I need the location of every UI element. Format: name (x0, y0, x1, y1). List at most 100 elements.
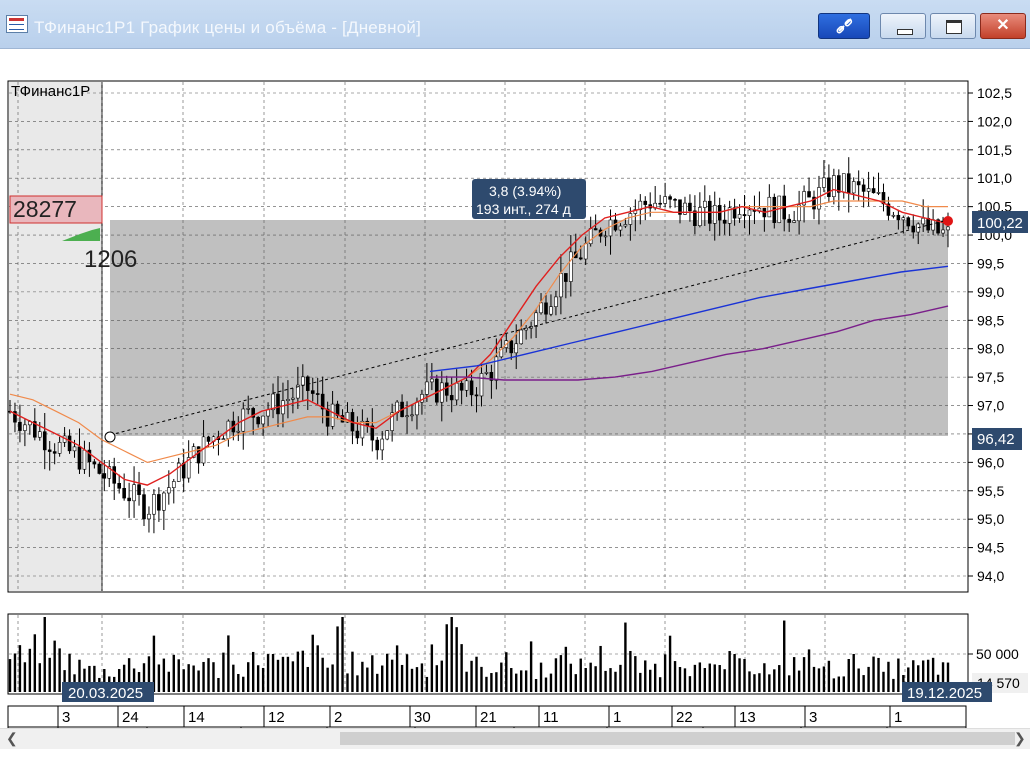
volume-bar (534, 679, 538, 692)
volume-bar (802, 657, 806, 692)
volume-bar (892, 678, 895, 692)
volume-bar (13, 653, 17, 692)
price-axis-label: 102,0 (977, 113, 1012, 129)
volume-bar (346, 673, 349, 692)
scroll-thumb[interactable] (340, 732, 1015, 745)
scroll-right-icon[interactable]: ❯ (1014, 730, 1026, 747)
candle-body (901, 217, 906, 221)
candle-body (171, 481, 176, 488)
volume-bar (624, 622, 627, 692)
candle-body (162, 492, 166, 511)
candle-body (693, 210, 697, 226)
volume-bar (460, 644, 463, 692)
horizontal-scrollbar[interactable]: ❮ ❯ (0, 728, 1030, 749)
volume-bar (668, 635, 672, 692)
volume-bar (758, 673, 761, 692)
volume-bar (549, 673, 553, 692)
candle-body (246, 408, 251, 410)
candle-body (787, 218, 791, 223)
scroll-left-icon[interactable]: ❮ (6, 730, 18, 747)
volume-bar (693, 664, 697, 692)
volume-bar (172, 654, 175, 692)
volume-bar (857, 668, 860, 692)
candle-body (137, 484, 141, 495)
candle-body (444, 382, 449, 396)
link-button[interactable] (818, 13, 870, 39)
candle-body (484, 371, 489, 374)
volume-bar (8, 659, 12, 692)
volume-axis-label: 50 000 (976, 646, 1019, 662)
volume-bar (644, 660, 647, 692)
candle-body (266, 409, 270, 417)
price-axis-label: 99,5 (977, 255, 1004, 271)
volume-bar (663, 654, 667, 692)
candle-body (430, 378, 434, 383)
volume-bar (222, 652, 225, 692)
candle-body (722, 219, 727, 224)
minimize-button[interactable] (880, 13, 926, 39)
volume-bar (485, 676, 488, 692)
candle-body (593, 228, 598, 231)
volume-bar (574, 674, 577, 692)
start-date-label: 20.03.2025 (68, 685, 143, 702)
candle-body (147, 513, 151, 520)
volume-bar (207, 658, 210, 692)
candle-body (37, 431, 42, 438)
volume-bar (177, 659, 180, 692)
volume-bar (529, 641, 533, 692)
volume-bar (271, 653, 275, 692)
day-label: 24 (122, 709, 139, 726)
candle-body (509, 340, 514, 354)
volume-bar (559, 655, 563, 692)
volume-bar (743, 659, 746, 692)
price-axis-label: 102,5 (977, 85, 1012, 101)
volume-bar (162, 658, 166, 692)
volume-bar (58, 648, 61, 692)
candle-body (77, 446, 82, 470)
candle-body (157, 494, 161, 511)
volume-bar (296, 651, 300, 692)
volume-bar (817, 668, 821, 692)
price-axis-label: 95,0 (977, 511, 1004, 527)
candle-body (618, 225, 623, 231)
volume-bar (678, 667, 682, 692)
volume-bar (728, 651, 731, 692)
link-icon (836, 18, 853, 34)
volume-bar (48, 657, 51, 692)
volume-bar (475, 656, 478, 692)
volume-bar (395, 645, 399, 692)
candle-body (628, 213, 633, 225)
candle-body (127, 497, 131, 502)
candle-body (52, 451, 57, 454)
volume-bar (713, 664, 716, 692)
day-label: 12 (268, 709, 285, 726)
volume-bar (306, 666, 309, 692)
volume-bar (882, 671, 885, 692)
chart-canvas[interactable]: 94,094,595,095,596,096,597,097,598,098,5… (0, 48, 1030, 776)
candle-body (559, 273, 563, 298)
volume-bar (311, 634, 314, 692)
volume-bar (544, 677, 548, 692)
volume-bar (242, 676, 245, 692)
close-button[interactable]: ✕ (980, 13, 1026, 39)
maximize-button[interactable] (930, 13, 976, 39)
volume-bar (316, 645, 319, 692)
volume-bar (18, 645, 22, 692)
volume-bar (361, 661, 364, 692)
volume-bar (629, 650, 632, 692)
volume-box-value: 28277 (13, 196, 77, 222)
candle-body (474, 394, 479, 397)
tooltip-line-2: 193 инт., 274 д (476, 201, 571, 217)
volume-bar (792, 657, 796, 692)
candle-body (906, 217, 911, 227)
candle-body (206, 436, 211, 442)
title-bar[interactable]: ТФинанс1Р1 График цены и объёма - [Дневн… (0, 0, 1030, 49)
volume-bar (376, 673, 379, 692)
candle-body (410, 414, 414, 417)
volume-bar (832, 678, 836, 692)
trend-anchor-start[interactable] (104, 431, 116, 443)
volume-bar (182, 669, 185, 692)
volume-bar (247, 662, 250, 692)
candle-body (67, 435, 72, 452)
end-date-label: 19.12.2025 (907, 685, 982, 702)
